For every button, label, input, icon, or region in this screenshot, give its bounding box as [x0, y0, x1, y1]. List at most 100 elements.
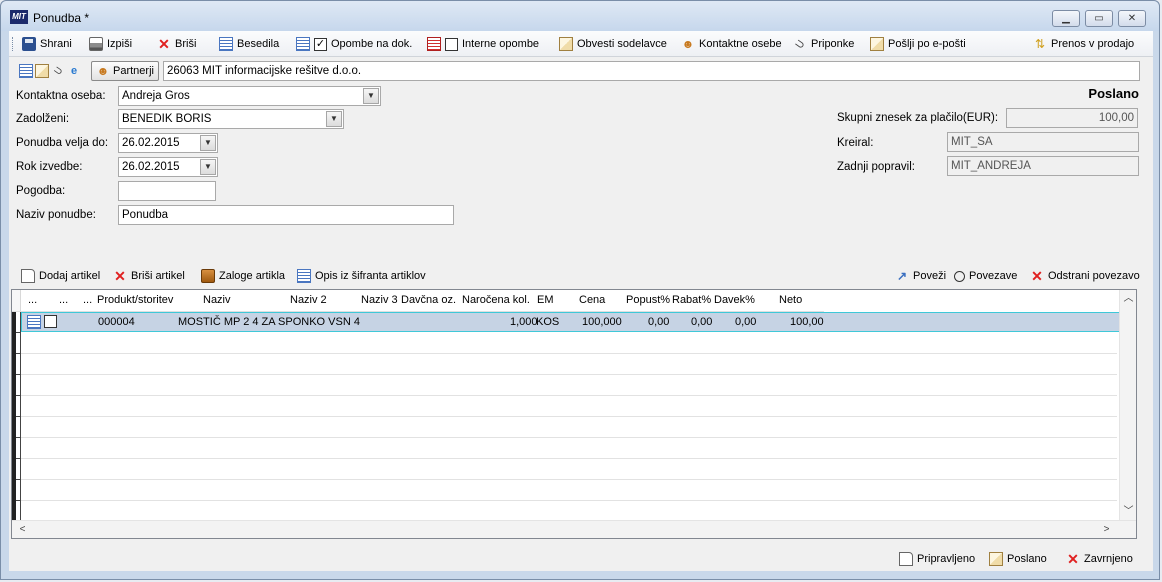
- item-description-button[interactable]: Opis iz šifranta artiklov: [297, 268, 426, 284]
- rejected-button[interactable]: ✕ Zavrnjeno: [1066, 551, 1133, 567]
- total-label: Skupni znesek za plačilo(EUR):: [837, 112, 999, 124]
- col-header-qty[interactable]: Naročena kol.: [462, 294, 530, 306]
- deadline-date[interactable]: 26.02.2015 ▼: [118, 157, 218, 177]
- prepared-button[interactable]: Pripravljeno: [899, 551, 975, 567]
- assigned-select[interactable]: BENEDIK BORIS ▼: [118, 109, 344, 129]
- col-header[interactable]: ...: [59, 294, 68, 306]
- col-header-unit[interactable]: EM: [537, 294, 554, 306]
- cell-rebate: 0,00: [691, 316, 713, 328]
- minimize-button[interactable]: ▁: [1052, 10, 1080, 27]
- delete-item-label: Briši artikel: [131, 270, 185, 282]
- list-icon[interactable]: [19, 64, 33, 78]
- attach-icon[interactable]: ⊃: [48, 61, 67, 80]
- delete-x-icon: ✕: [158, 36, 170, 52]
- email-envelope-icon: [870, 37, 884, 51]
- col-header-discount[interactable]: Popust%: [626, 294, 670, 306]
- sent-label: Poslano: [1007, 553, 1047, 565]
- sent-button[interactable]: Poslano: [989, 551, 1047, 567]
- document-list-icon: [219, 37, 233, 51]
- chevron-down-icon[interactable]: ▼: [200, 159, 216, 175]
- item-stock-label: Zaloge artikla: [219, 270, 286, 282]
- internal-notes-checkbox[interactable]: [445, 37, 458, 51]
- main-toolbar: Shrani Izpiši ✕ Briši Besedila ✓ Opombe …: [9, 31, 1153, 57]
- app-logo-icon: MIT: [10, 10, 28, 24]
- valid-until-value: 26.02.2015: [122, 137, 180, 149]
- internal-notes-toggle[interactable]: Interne opombe: [427, 36, 539, 52]
- delete-item-button[interactable]: ✕ Briši artikel: [113, 268, 185, 284]
- cell-qty: 1,000: [510, 316, 538, 328]
- remove-link-button[interactable]: ✕ Odstrani povezavo: [1030, 268, 1140, 284]
- row-description-icon[interactable]: [27, 315, 41, 329]
- scroll-down-icon[interactable]: ﹀: [1120, 503, 1137, 520]
- item-stock-button[interactable]: Zaloge artikla: [201, 268, 285, 284]
- col-header-name3[interactable]: Naziv 3: [361, 294, 398, 306]
- row-checkbox[interactable]: [44, 315, 57, 328]
- rejected-x-icon: ✕: [1067, 551, 1079, 567]
- contract-label: Pogodba:: [16, 185, 66, 197]
- partner-field[interactable]: 26063 MIT informacijske rešitve d.o.o.: [163, 61, 1140, 81]
- assigned-label: Zadolženi:: [16, 113, 70, 125]
- col-header-name[interactable]: Naziv: [203, 294, 231, 306]
- save-label: Shrani: [40, 38, 72, 50]
- contract-field[interactable]: [118, 181, 216, 201]
- offer-name-field[interactable]: Ponudba: [118, 205, 454, 225]
- valid-until-label: Ponudba velja do:: [16, 137, 109, 149]
- chevron-down-icon[interactable]: ▼: [200, 135, 216, 151]
- close-button[interactable]: ✕: [1118, 10, 1146, 27]
- edit-note-icon[interactable]: [35, 64, 49, 78]
- link-button[interactable]: ↗ Poveži: [895, 268, 946, 284]
- cell-discount: 0,00: [648, 316, 670, 328]
- browser-icon[interactable]: e: [67, 64, 81, 78]
- valid-until-date[interactable]: 26.02.2015 ▼: [118, 133, 218, 153]
- maximize-button[interactable]: ▭: [1085, 10, 1113, 27]
- remove-link-label: Odstrani povezavo: [1048, 270, 1140, 282]
- attachments-button[interactable]: ⊃ Priponke: [792, 35, 855, 52]
- cell-unit: KOS: [536, 316, 560, 328]
- contact-select[interactable]: Andreja Gros ▼: [118, 86, 381, 106]
- cell-product: 000004: [98, 316, 135, 328]
- texts-button[interactable]: Besedila: [219, 36, 279, 52]
- notify-button[interactable]: Obvesti sodelavce: [559, 36, 667, 52]
- chevron-down-icon[interactable]: ▼: [363, 88, 379, 104]
- scroll-up-icon[interactable]: ︿: [1120, 290, 1137, 307]
- scroll-left-icon[interactable]: <: [14, 521, 31, 538]
- send-email-button[interactable]: Pošlji po e-pošti: [870, 36, 966, 52]
- modified-by-label: Zadnji popravil:: [837, 161, 915, 173]
- contacts-label: Kontaktne osebe: [699, 38, 782, 50]
- remove-link-x-icon: ✕: [1031, 268, 1043, 284]
- created-by-field: MIT_SA: [947, 132, 1139, 152]
- scroll-right-icon[interactable]: >: [1098, 521, 1115, 538]
- print-button[interactable]: Izpiši: [89, 36, 132, 52]
- partners-label: Partnerji: [113, 65, 154, 77]
- col-header-tax-code[interactable]: Davčna oz.: [401, 294, 456, 306]
- link-arrow-icon: ↗: [896, 269, 908, 283]
- col-header-rebate[interactable]: Rabat%: [672, 294, 711, 306]
- col-header-price[interactable]: Cena: [579, 294, 605, 306]
- col-header-product[interactable]: Produkt/storitev: [97, 294, 173, 306]
- magnifier-icon: [954, 270, 965, 282]
- notes-doc-checkbox[interactable]: ✓: [314, 37, 327, 51]
- contact-value: Andreja Gros: [122, 90, 190, 102]
- save-button[interactable]: Shrani: [22, 36, 72, 52]
- col-header-tax[interactable]: Davek%: [714, 294, 755, 306]
- contacts-button[interactable]: ☻ Kontaktne osebe: [681, 36, 782, 52]
- transfer-icon: ⇅: [1034, 37, 1046, 51]
- links-button[interactable]: Povezave: [954, 268, 1017, 284]
- add-item-button[interactable]: Dodaj artikel: [21, 268, 100, 284]
- horizontal-scrollbar[interactable]: < >: [12, 520, 1136, 538]
- vertical-scrollbar[interactable]: ︿ ﹀: [1119, 290, 1136, 520]
- chevron-down-icon[interactable]: ▼: [326, 111, 342, 127]
- notes-doc-toggle[interactable]: ✓ Opombe na dok.: [296, 36, 412, 52]
- col-header-net[interactable]: Neto: [779, 294, 802, 306]
- partners-button[interactable]: ☻ Partnerji: [91, 61, 159, 81]
- col-header[interactable]: ...: [28, 294, 37, 306]
- transfer-to-sales-button[interactable]: ⇅ Prenos v prodajo: [1033, 36, 1134, 52]
- table-row[interactable]: 000004 MOSTIČ MP 2 4 ZA SPONKO VSN 4 1,0…: [21, 312, 1131, 332]
- offer-name-label: Naziv ponudbe:: [16, 209, 96, 221]
- col-header[interactable]: ...: [83, 294, 92, 306]
- internal-notes-icon: [427, 37, 441, 51]
- col-header-name2[interactable]: Naziv 2: [290, 294, 327, 306]
- printer-icon: [89, 37, 103, 51]
- total-field: 100,00: [1006, 108, 1138, 128]
- delete-button[interactable]: ✕ Briši: [157, 36, 196, 52]
